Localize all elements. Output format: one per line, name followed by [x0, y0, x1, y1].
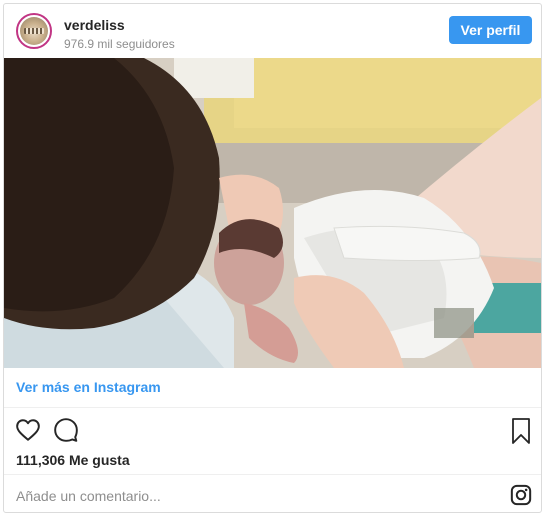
divider — [4, 407, 541, 408]
view-more-link[interactable]: Ver más en Instagram — [16, 379, 161, 395]
post-photo[interactable] — [4, 58, 541, 368]
bookmark-icon[interactable] — [509, 417, 533, 445]
view-profile-button[interactable]: Ver perfil — [449, 16, 532, 44]
follower-count: 976.9 mil seguidores — [64, 37, 175, 51]
comment-input[interactable] — [16, 488, 436, 504]
like-count[interactable]: 111,306 Me gusta — [16, 452, 130, 468]
avatar-image — [20, 17, 48, 45]
post-header: verdeliss 976.9 mil seguidores Ver perfi… — [4, 4, 541, 58]
heart-icon[interactable] — [15, 417, 41, 443]
instagram-logo-icon[interactable] — [510, 484, 532, 506]
photo-illustration — [4, 58, 541, 368]
comment-bubble-icon[interactable] — [53, 417, 79, 443]
avatar[interactable] — [16, 13, 52, 49]
username[interactable]: verdeliss — [64, 17, 125, 33]
divider — [4, 474, 541, 475]
instagram-embed: verdeliss 976.9 mil seguidores Ver perfi… — [3, 3, 542, 513]
